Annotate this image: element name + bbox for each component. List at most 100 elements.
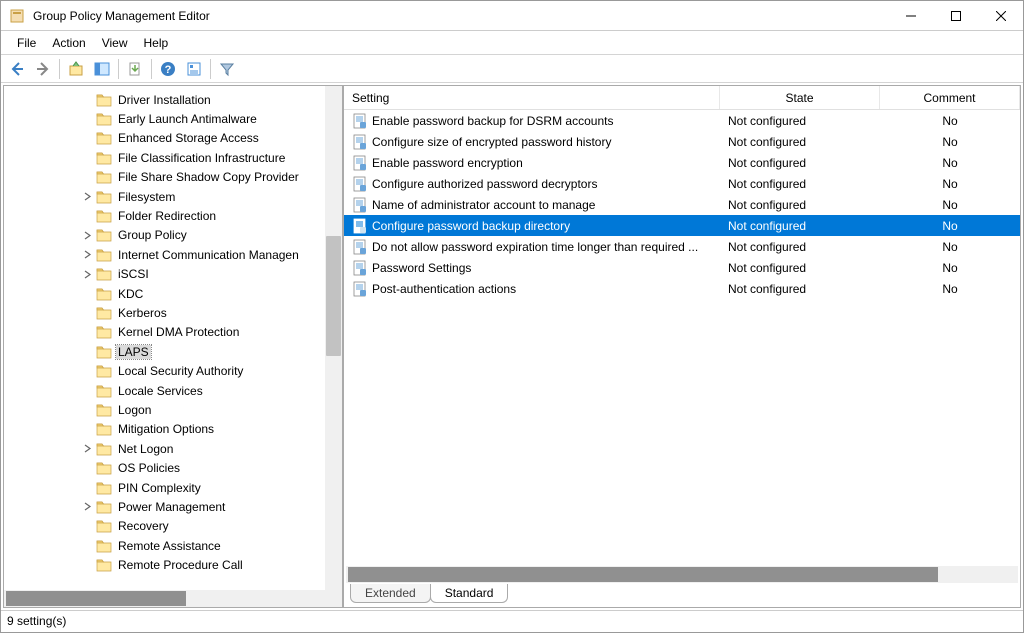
tree-node-label: Remote Procedure Call — [116, 558, 245, 572]
tree-node-label: Folder Redirection — [116, 209, 218, 223]
folder-icon — [96, 519, 112, 533]
folder-icon — [96, 364, 112, 378]
tree-node[interactable]: Logon — [4, 400, 342, 419]
window-title: Group Policy Management Editor — [33, 9, 888, 23]
settings-list[interactable]: Enable password backup for DSRM accounts… — [344, 110, 1020, 566]
tree-node[interactable]: PIN Complexity — [4, 478, 342, 497]
tree-node[interactable]: iSCSI — [4, 265, 342, 284]
tree-node-label: Group Policy — [116, 228, 189, 242]
main-area: Driver InstallationEarly Launch Antimalw… — [1, 83, 1023, 610]
tree-node[interactable]: Power Management — [4, 497, 342, 516]
tree-node[interactable]: Kerberos — [4, 303, 342, 322]
setting-state: Not configured — [720, 114, 880, 128]
setting-comment: No — [880, 240, 1020, 254]
export-button[interactable] — [123, 57, 147, 81]
setting-row[interactable]: Password SettingsNot configuredNo — [344, 257, 1020, 278]
menu-view[interactable]: View — [94, 33, 136, 53]
setting-state: Not configured — [720, 177, 880, 191]
menu-file[interactable]: File — [9, 33, 44, 53]
setting-row[interactable]: Post-authentication actionsNot configure… — [344, 278, 1020, 299]
setting-row[interactable]: Enable password encryptionNot configured… — [344, 152, 1020, 173]
tree-node[interactable]: File Share Shadow Copy Provider — [4, 168, 342, 187]
chevron-right-icon[interactable] — [82, 249, 93, 260]
show-hide-tree-button[interactable] — [90, 57, 114, 81]
list-horizontal-scrollbar[interactable] — [346, 566, 1018, 583]
chevron-right-icon[interactable] — [82, 443, 93, 454]
folder-icon — [96, 481, 112, 495]
help-button[interactable]: ? — [156, 57, 180, 81]
setting-state: Not configured — [720, 198, 880, 212]
back-button[interactable] — [5, 57, 29, 81]
tree-node-label: Power Management — [116, 500, 227, 514]
chevron-right-icon[interactable] — [82, 230, 93, 241]
chevron-right-icon[interactable] — [82, 269, 93, 280]
setting-row[interactable]: Name of administrator account to manageN… — [344, 194, 1020, 215]
tree-node[interactable]: Kernel DMA Protection — [4, 323, 342, 342]
tree-node[interactable]: OS Policies — [4, 458, 342, 477]
tree-node[interactable]: Internet Communication Managen — [4, 245, 342, 264]
folder-icon — [96, 93, 112, 107]
setting-row[interactable]: Configure password backup directoryNot c… — [344, 215, 1020, 236]
setting-comment: No — [880, 177, 1020, 191]
tree-node-label: Locale Services — [116, 384, 205, 398]
tree-node[interactable]: Locale Services — [4, 381, 342, 400]
app-icon — [9, 8, 25, 24]
folder-tree[interactable]: Driver InstallationEarly Launch Antimalw… — [4, 86, 342, 579]
maximize-button[interactable] — [933, 1, 978, 30]
tree-node[interactable]: Mitigation Options — [4, 420, 342, 439]
folder-icon — [96, 131, 112, 145]
setting-state: Not configured — [720, 240, 880, 254]
view-tabs: Extended Standard — [344, 585, 1020, 607]
folder-icon — [96, 442, 112, 456]
chevron-right-icon[interactable] — [82, 191, 93, 202]
setting-comment: No — [880, 156, 1020, 170]
tree-node[interactable]: Enhanced Storage Access — [4, 129, 342, 148]
policy-setting-icon — [352, 218, 368, 234]
column-header-comment[interactable]: Comment — [880, 86, 1020, 109]
policy-setting-icon — [352, 197, 368, 213]
tree-node[interactable]: File Classification Infrastructure — [4, 148, 342, 167]
folder-icon — [96, 170, 112, 184]
tree-node[interactable]: Recovery — [4, 517, 342, 536]
up-folder-button[interactable] — [64, 57, 88, 81]
folder-icon — [96, 228, 112, 242]
setting-row[interactable]: Configure size of encrypted password his… — [344, 131, 1020, 152]
list-header: Setting State Comment — [344, 86, 1020, 110]
tree-node[interactable]: Group Policy — [4, 226, 342, 245]
menu-help[interactable]: Help — [136, 33, 177, 53]
tree-node[interactable]: Folder Redirection — [4, 206, 342, 225]
close-button[interactable] — [978, 1, 1023, 30]
policy-setting-icon — [352, 155, 368, 171]
status-text: 9 setting(s) — [7, 614, 66, 628]
tree-node-label: Remote Assistance — [116, 539, 223, 553]
tree-horizontal-scrollbar[interactable] — [4, 590, 342, 607]
tree-node[interactable]: KDC — [4, 284, 342, 303]
setting-comment: No — [880, 282, 1020, 296]
tree-node[interactable]: Driver Installation — [4, 90, 342, 109]
tree-node[interactable]: Net Logon — [4, 439, 342, 458]
tree-node[interactable]: Remote Procedure Call — [4, 555, 342, 574]
setting-row[interactable]: Do not allow password expiration time lo… — [344, 236, 1020, 257]
tree-node[interactable]: Filesystem — [4, 187, 342, 206]
tree-node-label: Recovery — [116, 519, 171, 533]
minimize-button[interactable] — [888, 1, 933, 30]
folder-icon — [96, 539, 112, 553]
filter-button[interactable] — [215, 57, 239, 81]
chevron-right-icon[interactable] — [82, 501, 93, 512]
forward-button[interactable] — [31, 57, 55, 81]
tree-vertical-scrollbar[interactable] — [325, 86, 342, 590]
properties-button[interactable] — [182, 57, 206, 81]
column-header-setting[interactable]: Setting — [344, 86, 720, 109]
toolbar-separator — [118, 59, 119, 79]
policy-setting-icon — [352, 134, 368, 150]
tab-extended[interactable]: Extended — [350, 584, 431, 603]
menu-action[interactable]: Action — [44, 33, 93, 53]
setting-row[interactable]: Enable password backup for DSRM accounts… — [344, 110, 1020, 131]
tree-node[interactable]: Early Launch Antimalware — [4, 109, 342, 128]
tree-node[interactable]: LAPS — [4, 342, 342, 361]
tab-standard[interactable]: Standard — [430, 584, 509, 603]
setting-row[interactable]: Configure authorized password decryptors… — [344, 173, 1020, 194]
tree-node[interactable]: Remote Assistance — [4, 536, 342, 555]
column-header-state[interactable]: State — [720, 86, 880, 109]
tree-node[interactable]: Local Security Authority — [4, 361, 342, 380]
